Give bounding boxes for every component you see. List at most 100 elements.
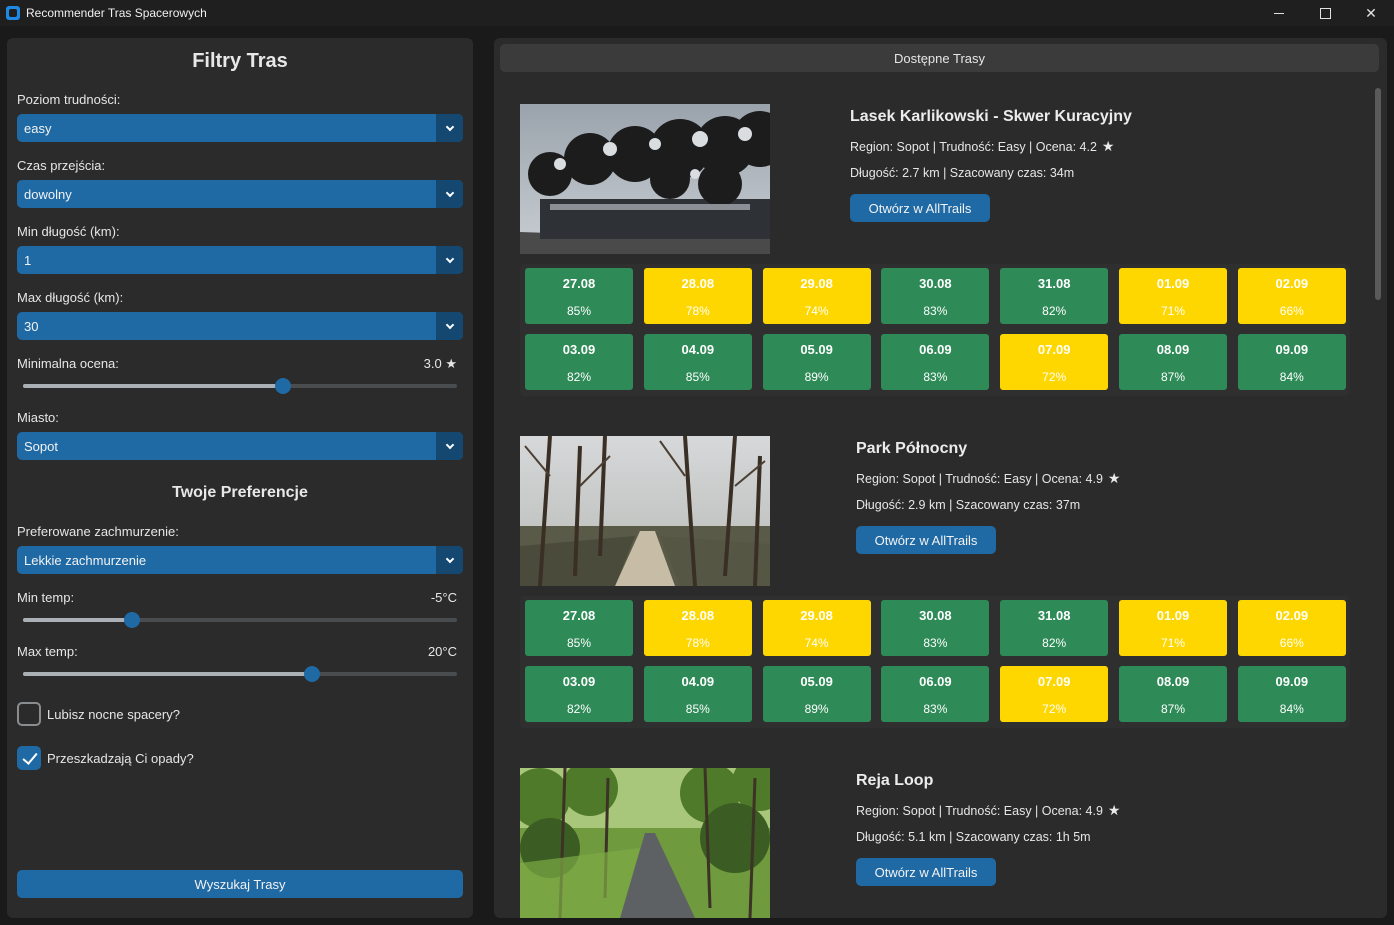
trail-photo (520, 436, 770, 586)
slider-handle[interactable] (123, 612, 140, 628)
trail-info-length: Długość: 2.9 km | Szacowany czas: 37m (856, 498, 1081, 512)
min-temp-slider[interactable] (23, 612, 457, 628)
forecast-score: 85% (566, 304, 592, 318)
difficulty-value: easy (24, 120, 52, 136)
city-label: Miasto: (17, 410, 59, 425)
forecast-day: 07.09 72% (1000, 666, 1109, 722)
forecast-day: 06.09 83% (881, 334, 990, 390)
forecast-score: 72% (1042, 370, 1067, 384)
forecast-score: 66% (1279, 636, 1304, 650)
forecast-score: 78% (685, 304, 710, 318)
trail-info-length: Długość: 5.1 km | Szacowany czas: 1h 5m (856, 830, 1091, 844)
forecast-date: 03.09 (562, 674, 596, 689)
slider-fill (23, 384, 284, 388)
rain-option[interactable]: Przeszkadzają Ci opady? (17, 746, 194, 770)
forecast-date: 05.09 (800, 674, 833, 689)
window-title: Recommender Tras Spacerowych (26, 6, 207, 20)
slider-handle[interactable] (304, 666, 321, 682)
minimize-button[interactable] (1256, 0, 1302, 26)
night-walks-option[interactable]: Lubisz nocne spacery? (17, 702, 180, 726)
forecast-day: 30.08 83% (881, 268, 990, 324)
max-temp-slider[interactable] (23, 666, 457, 682)
time-label: Czas przejścia: (17, 158, 106, 173)
forecast-date: 09.09 (1275, 342, 1309, 357)
scrollbar[interactable] (1375, 88, 1381, 300)
forecast-day: 02.09 66% (1237, 268, 1346, 324)
forecast-date: 01.09 (1156, 276, 1190, 291)
difficulty-select[interactable]: easy (17, 114, 463, 142)
forecast-date: 06.09 (919, 342, 952, 357)
forecast-day: 04.09 85% (643, 334, 752, 390)
forecast-date: 07.09 (1037, 674, 1071, 689)
chevron-down-icon (445, 122, 454, 131)
chevron-down-icon (445, 440, 454, 449)
star-icon: ★ (1107, 802, 1121, 818)
forecast-score: 82% (566, 370, 592, 384)
min-length-dropdown-button[interactable] (436, 246, 463, 274)
forecast-score: 83% (923, 304, 948, 318)
max-length-label: Max długość (km): (17, 290, 124, 305)
maximize-button[interactable] (1302, 0, 1348, 26)
forecast-score: 87% (1160, 370, 1186, 384)
max-length-select[interactable]: 30 (17, 312, 463, 340)
forecast-date: 08.09 (1156, 674, 1190, 689)
time-dropdown-button[interactable] (436, 180, 463, 208)
forecast-score: 82% (1042, 636, 1067, 650)
min-rating-slider[interactable] (23, 378, 457, 394)
forecast-date: 27.08 (562, 608, 596, 623)
forecast-date: 04.09 (681, 342, 715, 357)
forecast-date: 29.08 (800, 276, 833, 291)
rain-checkbox[interactable] (17, 746, 41, 770)
forecast-day: 04.09 85% (643, 666, 752, 722)
forecast-day: 28.08 78% (643, 268, 752, 324)
chevron-down-icon (445, 188, 454, 197)
filters-panel: Filtry Tras Poziom trudności: easy Czas … (7, 38, 473, 918)
trail-name: Reja Loop (856, 772, 934, 789)
difficulty-dropdown-button[interactable] (436, 114, 463, 142)
chevron-down-icon (445, 254, 454, 263)
time-value: dowolny (24, 186, 72, 202)
forecast-date: 09.09 (1275, 674, 1309, 689)
difficulty-label: Poziom trudności: (17, 92, 121, 107)
star-icon: ★ (1107, 470, 1121, 486)
open-alltrails-button[interactable]: Otwórz w AllTrails (856, 526, 996, 554)
forecast-date: 27.08 (562, 276, 596, 291)
forecast-score: 78% (685, 636, 710, 650)
min-length-value: 1 (24, 252, 32, 268)
search-button[interactable]: Wyszukaj Trasy (17, 870, 463, 898)
forecast-score: 85% (685, 370, 710, 384)
cloud-select[interactable]: Lekkie zachmurzenie (17, 546, 463, 574)
trail-region-text: Region: Sopot | Trudność: Easy | Ocena: … (850, 139, 1097, 154)
max-temp-value: 20°C (427, 644, 457, 659)
forecast-date: 08.09 (1156, 342, 1190, 357)
forecast-score: 85% (566, 636, 592, 650)
star-icon: ★ (445, 356, 457, 371)
open-alltrails-button[interactable]: Otwórz w AllTrails (856, 858, 996, 886)
cloud-dropdown-button[interactable] (436, 546, 463, 574)
open-alltrails-button[interactable]: Otwórz w AllTrails (850, 194, 990, 222)
min-temp-value: -5°C (430, 590, 457, 605)
city-select[interactable]: Sopot (17, 432, 463, 460)
forecast-date: 30.08 (919, 608, 952, 623)
time-select[interactable]: dowolny (17, 180, 463, 208)
forecast-score: 83% (923, 636, 948, 650)
forecast-score: 89% (804, 702, 829, 716)
forecast-day: 30.08 83% (881, 600, 990, 656)
preferences-title: Twoje Preferencje (172, 484, 308, 501)
max-length-dropdown-button[interactable] (436, 312, 463, 340)
forecast-day: 31.08 82% (1000, 600, 1109, 656)
title-bar: Recommender Tras Spacerowych ✕ (0, 0, 1394, 26)
slider-handle[interactable] (275, 378, 292, 394)
city-dropdown-button[interactable] (436, 432, 463, 460)
night-walks-checkbox[interactable] (17, 702, 41, 726)
forecast-date: 31.08 (1037, 276, 1071, 291)
close-button[interactable]: ✕ (1348, 0, 1394, 26)
forecast-day: 27.08 85% (525, 268, 633, 324)
min-length-select[interactable]: 1 (17, 246, 463, 274)
city-value: Sopot (24, 438, 58, 454)
forecast-date: 05.09 (800, 342, 833, 357)
window-controls: ✕ (1256, 0, 1394, 26)
min-rating-label: Minimalna ocena: (17, 356, 119, 371)
min-temp-label: Min temp: (17, 590, 75, 605)
forecast-grid: 27.08 85% 28.08 78% 29.08 74% 30.08 83% 31.08 82%… (520, 264, 1350, 396)
